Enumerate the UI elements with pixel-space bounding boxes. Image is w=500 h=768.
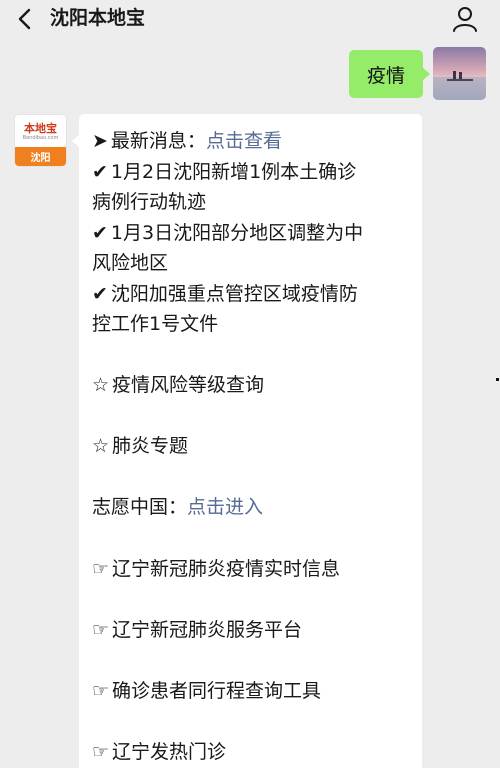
pointing-hand-icon: ☞ [92, 558, 110, 580]
logo-text: 本地宝 [24, 122, 57, 135]
link-item-text: 辽宁发热门诊 [112, 741, 227, 763]
volunteer-label: 志愿中国： [92, 496, 188, 518]
checkmark-icon: ✔ [92, 222, 108, 244]
latest-news-row: ➤ 最新消息：点击查看 [92, 126, 282, 156]
latest-news-label: 最新消息： [110, 130, 206, 152]
chevron-left-icon [18, 8, 31, 30]
news-item-text: 病例行动轨迹 [92, 191, 207, 213]
person-icon [453, 7, 477, 32]
user-avatar[interactable] [433, 47, 486, 100]
news-item-text: 1月2日沈阳新增1例本土确诊 [110, 161, 357, 183]
logo-area: 本地宝 Bendibao.com [15, 115, 66, 149]
news-item-text: 风险地区 [92, 252, 169, 274]
star-icon: ☆ [92, 435, 110, 457]
news-item-2-cont[interactable]: 风险地区 [92, 248, 168, 278]
pointing-hand-icon: ☞ [92, 680, 110, 702]
scroll-indicator [496, 378, 499, 381]
link-item-fever-clinic[interactable]: ☞ 辽宁发热门诊 [92, 737, 226, 767]
link-item-service-platform[interactable]: ☞ 辽宁新冠肺炎服务平台 [92, 615, 302, 645]
risk-level-query-item[interactable]: ☆ 疫情风险等级查询 [92, 370, 264, 400]
back-button[interactable] [14, 7, 36, 31]
news-item-3[interactable]: ✔ 沈阳加强重点管控区域疫情防 [92, 279, 358, 309]
official-account-avatar[interactable]: 本地宝 Bendibao.com 沈阳 [14, 114, 67, 167]
pneumonia-topic-item[interactable]: ☆ 肺炎专题 [92, 431, 188, 461]
news-item-3-cont[interactable]: 控工作1号文件 [92, 309, 218, 339]
outgoing-message-bubble[interactable]: 疫情 [349, 50, 430, 98]
news-item-text: 1月3日沈阳部分地区调整为中 [110, 222, 364, 244]
news-item-text: 沈阳加强重点管控区域疫情防 [110, 283, 358, 305]
view-latest-link[interactable]: 点击查看 [206, 130, 282, 152]
news-item-1[interactable]: ✔ 1月2日沈阳新增1例本土确诊 [92, 157, 356, 187]
link-item-itinerary-query[interactable]: ☞ 确诊患者同行程查询工具 [92, 676, 321, 706]
volunteer-link[interactable]: 点击进入 [187, 496, 263, 518]
checkmark-icon: ✔ [92, 283, 108, 305]
link-item-text: 辽宁新冠肺炎疫情实时信息 [112, 558, 341, 580]
list-item-text: 肺炎专题 [112, 435, 189, 457]
sunset-pier-image [433, 47, 486, 100]
outgoing-message-text: 疫情 [366, 64, 405, 87]
city-label: 沈阳 [15, 147, 66, 166]
incoming-message-bubble: ➤ 最新消息：点击查看 ✔ 1月2日沈阳新增1例本土确诊 病例行动轨迹 ✔ 1月3日沈… [72, 114, 422, 768]
arrow-icon: ➤ [92, 130, 108, 152]
pointing-hand-icon: ☞ [92, 741, 110, 763]
news-item-1-cont[interactable]: 病例行动轨迹 [92, 187, 206, 217]
pointing-hand-icon: ☞ [92, 619, 110, 641]
chat-title: 沈阳本地宝 [50, 7, 146, 29]
logo-url: Bendibao.com [22, 135, 59, 141]
list-item-text: 疫情风险等级查询 [112, 374, 265, 396]
volunteer-row: 志愿中国：点击进入 [92, 492, 263, 522]
star-icon: ☆ [92, 374, 110, 396]
news-item-2[interactable]: ✔ 1月3日沈阳部分地区调整为中 [92, 218, 363, 248]
link-item-realtime-info[interactable]: ☞ 辽宁新冠肺炎疫情实时信息 [92, 554, 340, 584]
checkmark-icon: ✔ [92, 161, 108, 183]
link-item-text: 确诊患者同行程查询工具 [112, 680, 322, 702]
link-item-text: 辽宁新冠肺炎服务平台 [112, 619, 303, 641]
profile-button[interactable] [451, 5, 479, 33]
nav-bar: 沈阳本地宝 [0, 0, 500, 38]
news-item-text: 控工作1号文件 [92, 313, 219, 335]
